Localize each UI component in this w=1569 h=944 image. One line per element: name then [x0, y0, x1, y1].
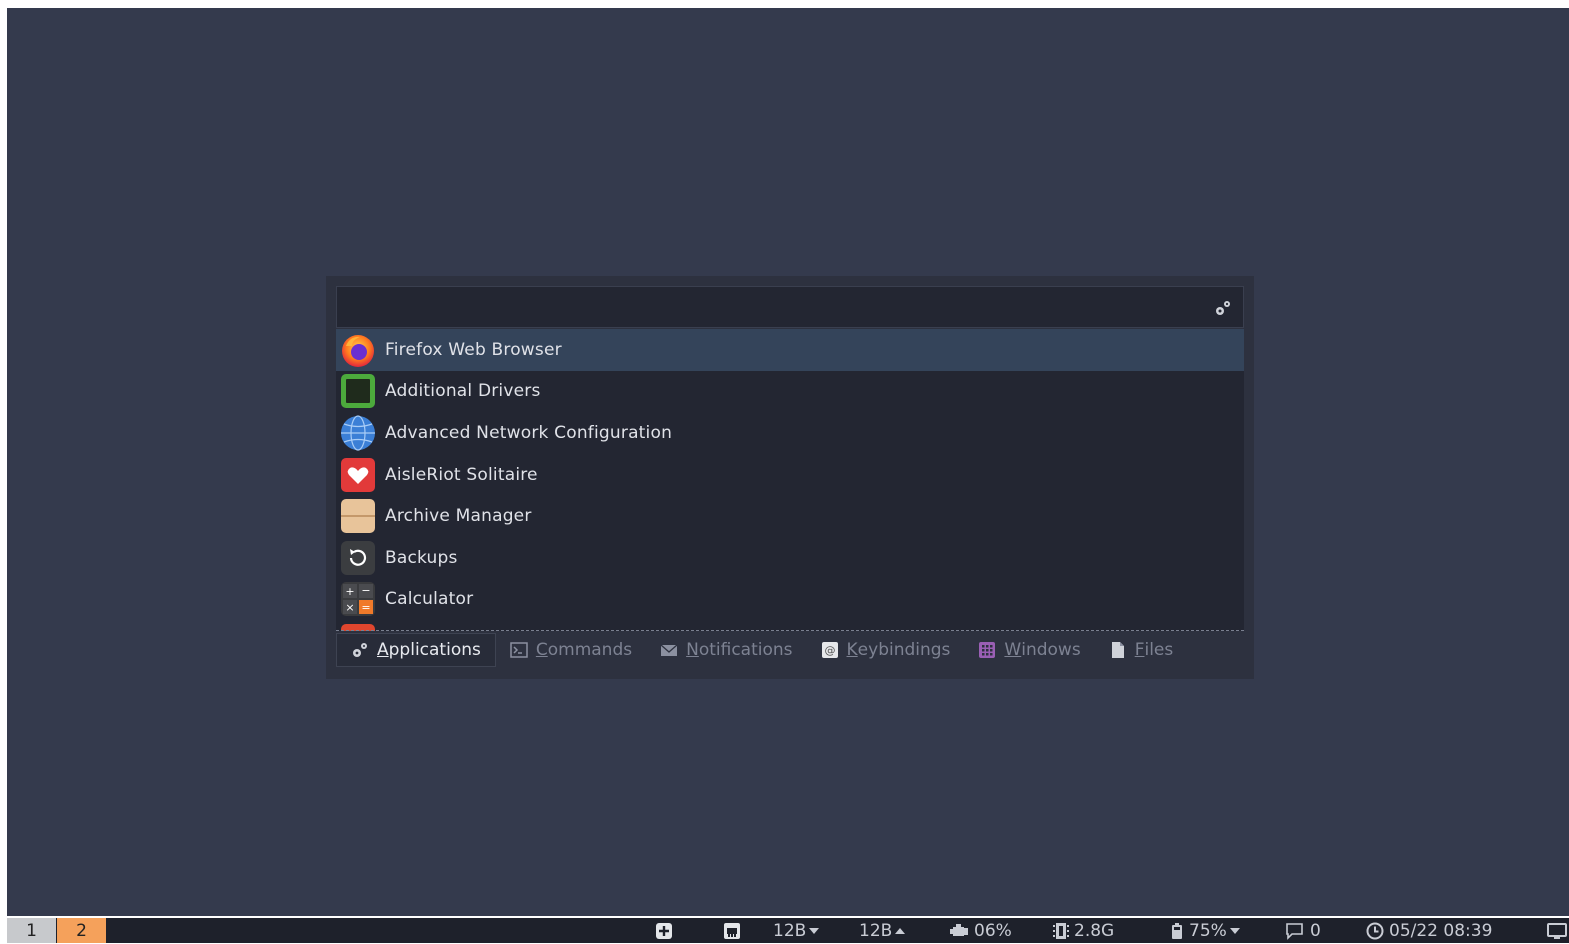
plus-box-icon[interactable] [655, 918, 678, 943]
mode-label: otifications [698, 640, 793, 660]
mode-commands[interactable]: Commands [496, 633, 646, 667]
item-label: AisleRiot Solitaire [385, 464, 538, 485]
clock[interactable]: 05/22 08:39 [1366, 918, 1492, 943]
terminal-icon [510, 642, 528, 658]
net-down-value: 12B [773, 920, 807, 941]
search-box[interactable] [336, 286, 1244, 328]
network-card-icon[interactable] [723, 918, 746, 943]
list-item-backups[interactable]: Backups [336, 537, 1244, 579]
item-label: Additional Drivers [385, 381, 541, 402]
memory-usage: 2.8G [1053, 918, 1114, 943]
mode-windows[interactable]: Windows [964, 633, 1094, 667]
chip-icon [341, 374, 375, 409]
list-item-calculator[interactable]: + − × = Calculator [336, 579, 1244, 621]
notifications-counter[interactable]: 0 [1285, 918, 1321, 943]
item-label: Archive Manager [385, 506, 532, 527]
item-label: Firefox Web Browser [385, 339, 562, 360]
engine-icon [950, 923, 968, 936]
calculator-icon: + − × = [341, 582, 375, 617]
heart-card-icon [341, 457, 375, 492]
mode-label: pplications [388, 640, 481, 660]
mode-keybindings[interactable]: @ Keybindings [807, 633, 965, 667]
list-item-network-config[interactable]: Advanced Network Configuration [336, 412, 1244, 454]
svg-text:@: @ [824, 644, 835, 657]
mode-accel: K [846, 640, 858, 660]
battery-value: 75% [1189, 920, 1227, 941]
mode-accel: A [377, 640, 389, 660]
list-item-firefox[interactable]: Firefox Web Browser [336, 329, 1244, 371]
datetime-value: 05/22 08:39 [1389, 920, 1493, 941]
firefox-icon [342, 334, 374, 367]
mode-label: ommands [547, 640, 633, 660]
notifications-value: 0 [1310, 920, 1321, 941]
mode-switcher: Applications Commands Notifications @ Ke… [336, 632, 1244, 668]
list-item-archive-manager[interactable]: Archive Manager [336, 495, 1244, 537]
monitor-icon [1547, 922, 1567, 939]
gears-icon [353, 643, 367, 657]
archive-box-icon [341, 499, 375, 534]
svg-text:+: + [345, 585, 354, 598]
chat-bubble-icon [1286, 922, 1303, 940]
workspace-2[interactable]: 2 [57, 918, 106, 943]
cpu-value: 06% [974, 920, 1012, 941]
list-separator [336, 630, 1244, 631]
net-upload: 12B [859, 918, 906, 943]
settings-gear-icon[interactable] [1213, 298, 1233, 318]
workspace-1[interactable]: 1 [7, 918, 56, 943]
grid-icon [979, 642, 996, 658]
down-arrow-icon [809, 927, 820, 934]
mode-files[interactable]: Files [1095, 633, 1188, 667]
mode-accel: C [535, 640, 548, 660]
svg-text:−: − [361, 584, 370, 597]
item-label: Calculator [385, 589, 474, 610]
svg-text:=: = [361, 601, 370, 614]
battery-status[interactable]: 75% [1170, 918, 1241, 943]
application-list: Firefox Web Browser Additional Drivers A… [336, 329, 1244, 631]
list-item-aisleriot[interactable]: AisleRiot Solitaire [336, 454, 1244, 496]
plus-box-icon [656, 922, 672, 939]
memory-value: 2.8G [1074, 920, 1115, 941]
screen-icon[interactable] [1547, 918, 1569, 943]
memory-chip-icon [1053, 922, 1069, 939]
status-panel: 1 2 12B 12B 06% 2.8G 75% 0 05/22 08:39 [7, 918, 1569, 943]
net-download: 12B [773, 918, 820, 943]
dropdown-arrow-icon [1229, 927, 1240, 934]
search-input[interactable] [343, 295, 1207, 321]
battery-icon [1172, 922, 1182, 939]
mode-notifications[interactable]: Notifications [646, 633, 806, 667]
at-icon: @ [821, 642, 838, 658]
item-label: Backups [385, 547, 458, 568]
mode-applications[interactable]: Applications [336, 633, 496, 667]
app-launcher: Firefox Web Browser Additional Drivers A… [326, 276, 1254, 679]
backup-icon [341, 540, 375, 575]
mode-accel: N [686, 640, 699, 660]
mode-accel: W [1004, 640, 1022, 660]
mode-label: indows [1021, 640, 1081, 660]
mode-accel: F [1134, 640, 1145, 660]
clock-icon [1366, 922, 1384, 939]
network-globe-icon [341, 415, 375, 451]
mode-label: eybindings [857, 640, 951, 660]
envelope-icon [660, 644, 678, 656]
cpu-usage: 06% [949, 918, 1012, 943]
up-arrow-icon [895, 927, 906, 934]
network-card-icon [724, 922, 740, 939]
file-icon [1111, 642, 1124, 658]
svg-text:×: × [345, 601, 354, 614]
item-label: Advanced Network Configuration [385, 422, 673, 443]
net-up-value: 12B [859, 920, 893, 941]
mode-label: iles [1144, 640, 1174, 660]
list-item-additional-drivers[interactable]: Additional Drivers [336, 371, 1244, 413]
